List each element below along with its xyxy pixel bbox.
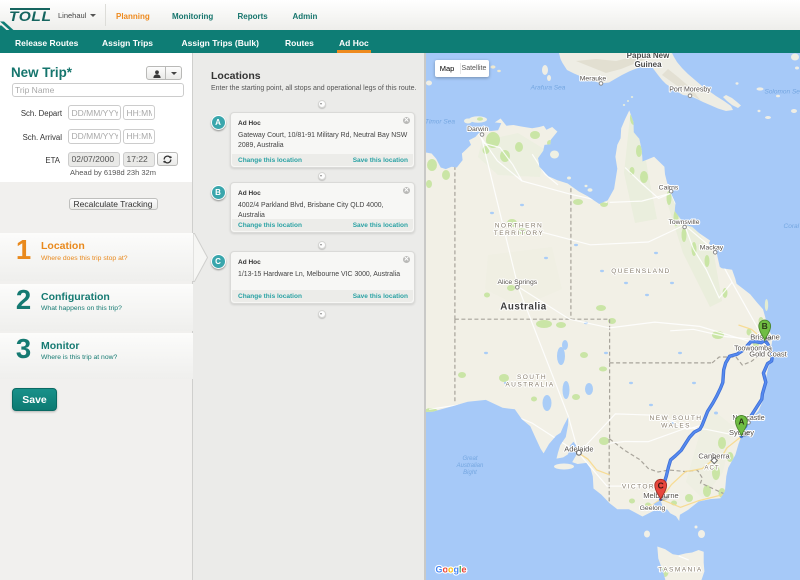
svg-text:Gold Coast: Gold Coast [749, 350, 787, 359]
svg-text:TERRITORY: TERRITORY [494, 230, 544, 237]
svg-text:B: B [762, 321, 768, 331]
svg-text:Great: Great [462, 456, 477, 462]
svg-text:Darwin: Darwin [467, 126, 488, 133]
svg-text:Alice Springs: Alice Springs [497, 279, 537, 286]
svg-text:QUEENSLAND: QUEENSLAND [611, 268, 670, 275]
svg-text:Coral Sea: Coral Sea [784, 223, 800, 230]
svg-text:A: A [738, 416, 744, 426]
svg-text:Solomon Sea: Solomon Sea [764, 89, 800, 96]
svg-text:NORTHERN: NORTHERN [495, 223, 543, 230]
svg-text:Port Moresby: Port Moresby [669, 87, 711, 94]
svg-text:WALES: WALES [661, 423, 691, 430]
svg-text:NEW SOUTH: NEW SOUTH [650, 415, 703, 422]
svg-text:Arafura Sea: Arafura Sea [530, 85, 566, 92]
svg-text:Cairns: Cairns [659, 185, 679, 192]
svg-text:Merauke: Merauke [580, 76, 607, 83]
svg-text:Mackay: Mackay [700, 245, 724, 252]
svg-text:AUSTRALIA: AUSTRALIA [505, 382, 554, 389]
svg-text:C: C [658, 480, 664, 490]
svg-text:Timor Sea: Timor Sea [426, 119, 455, 126]
svg-text:Australian: Australian [456, 463, 484, 469]
svg-text:ACT: ACT [704, 465, 719, 472]
svg-text:Google: Google [436, 565, 467, 575]
svg-text:SOUTH: SOUTH [517, 374, 547, 381]
svg-text:Australia: Australia [500, 302, 546, 313]
svg-text:Bight: Bight [463, 470, 477, 476]
svg-text:Geelong: Geelong [640, 505, 666, 512]
svg-text:TASMANIA: TASMANIA [658, 567, 702, 574]
svg-text:Guinea: Guinea [634, 60, 662, 69]
